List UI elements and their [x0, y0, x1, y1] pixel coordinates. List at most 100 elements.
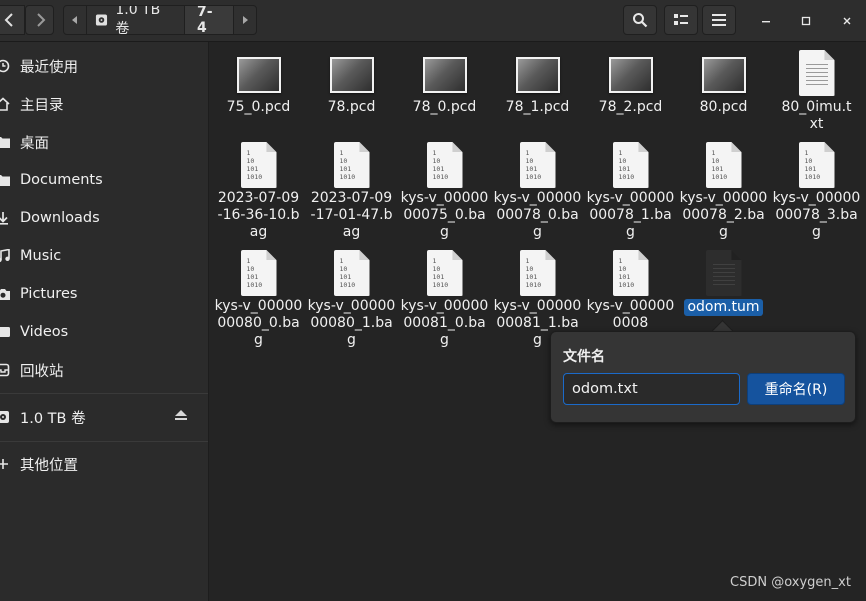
path-bar: 1.0 TB 卷 7-4	[63, 5, 257, 35]
file-name: kys-v_0000000075_0.bag	[400, 190, 489, 240]
sidebar-item-downloads[interactable]: Downloads	[0, 201, 208, 235]
forward-button[interactable]	[25, 5, 54, 35]
file-item[interactable]: 80_0imu.txt	[770, 48, 863, 138]
sidebar-item-documents[interactable]: Documents	[0, 163, 208, 197]
file-name: kys-v_0000000078_3.bag	[772, 190, 861, 240]
eject-icon[interactable]	[174, 409, 188, 425]
file-item[interactable]: 1 10 101 1010 kys-v_0000000078_3.bag	[770, 140, 863, 242]
text-file-icon	[798, 50, 835, 96]
search-button[interactable]	[623, 5, 657, 35]
sidebar-item-home[interactable]: 主目录	[0, 87, 208, 121]
download-icon	[0, 211, 10, 225]
binary-glyph: 1 10 101 1010	[246, 149, 263, 181]
breadcrumb-current[interactable]: 7-4	[184, 6, 233, 34]
text-file-icon	[705, 250, 742, 296]
sidebar-item-label: Music	[20, 248, 62, 264]
drive-icon	[96, 14, 108, 26]
binary-file-icon: 1 10 101 1010	[612, 142, 649, 188]
file-name: 75_0.pcd	[226, 99, 291, 115]
file-item[interactable]: 1 10 101 1010 kys-v_0000000075_0.bag	[398, 140, 491, 242]
binary-file-icon: 1 10 101 1010	[705, 142, 742, 188]
breadcrumb-current-label: 7-4	[197, 5, 213, 35]
menu-button[interactable]	[702, 5, 736, 35]
sidebar-item-other-locations[interactable]: 其他位置	[0, 447, 208, 481]
rename-button[interactable]: 重命名(R)	[747, 373, 845, 405]
file-item[interactable]: 1 10 101 1010 kys-v_0000000078_0.bag	[491, 140, 584, 242]
binary-file-icon: 1 10 101 1010	[519, 250, 556, 296]
sidebar: 最近使用 主目录 桌面 Documents Downloads Music Pi…	[0, 42, 209, 601]
video-icon	[0, 325, 10, 339]
sidebar-item-volume[interactable]: 1.0 TB 卷	[0, 400, 208, 434]
chevron-left-icon	[4, 13, 13, 27]
sidebar-item-desktop[interactable]: 桌面	[0, 125, 208, 159]
minimize-button[interactable]	[755, 10, 777, 32]
file-name: 78_2.pcd	[598, 99, 663, 115]
file-item[interactable]: 1 10 101 1010 kys-v_0000000078_1.bag	[584, 140, 677, 242]
sidebar-item-label: 最近使用	[20, 59, 78, 76]
file-item-selected[interactable]: odom.tum	[677, 248, 770, 328]
file-name: kys-v_0000000080_0.bag	[214, 298, 303, 348]
binary-file-icon: 1 10 101 1010	[426, 142, 463, 188]
file-name: 78_0.pcd	[412, 99, 477, 115]
chevron-right-icon	[36, 13, 45, 27]
file-name: 2023-07-09-17-01-47.bag	[310, 190, 393, 240]
file-item[interactable]: 78_2.pcd	[584, 53, 677, 123]
triangle-left-icon	[72, 16, 78, 24]
binary-file-icon: 1 10 101 1010	[426, 250, 463, 296]
file-name: kys-v_0000000078_2.bag	[679, 190, 768, 240]
file-item[interactable]: 1 10 101 1010 kys-v_0000000080_1.bag	[305, 248, 398, 350]
file-item[interactable]: 80.pcd	[677, 53, 770, 123]
drive-icon	[0, 410, 10, 424]
file-item[interactable]: 78.pcd	[305, 53, 398, 123]
sidebar-item-label: 回收站	[20, 363, 64, 380]
file-name: 78.pcd	[327, 99, 376, 115]
path-scroll-left-button[interactable]	[64, 6, 86, 34]
folder-icon	[0, 173, 10, 187]
binary-file-icon: 1 10 101 1010	[240, 250, 277, 296]
file-name: kys-v_0000000081_0.bag	[400, 298, 489, 348]
point-cloud-file-icon	[608, 57, 653, 93]
file-item[interactable]: 78_1.pcd	[491, 53, 584, 123]
file-name: 2023-07-09-16-36-10.bag	[217, 190, 300, 240]
hamburger-icon	[712, 14, 726, 26]
file-item[interactable]: 1 10 101 1010 2023-07-09-16-36-10.bag	[212, 140, 305, 242]
sidebar-item-label: Downloads	[20, 210, 100, 226]
file-grid: 75_0.pcd 78.pcd 78_0.pcd 78_1.pcd 78_2.p…	[210, 43, 866, 601]
header-bar: 1.0 TB 卷 7-4	[0, 0, 866, 42]
file-item[interactable]: 1 10 101 1010 kys-v_0000000078_2.bag	[677, 140, 770, 242]
path-scroll-right-button[interactable]	[232, 6, 256, 34]
maximize-button[interactable]	[795, 10, 817, 32]
back-button[interactable]	[0, 5, 25, 35]
close-button[interactable]	[836, 10, 858, 32]
point-cloud-file-icon	[515, 57, 560, 93]
breadcrumb-volume[interactable]: 1.0 TB 卷	[86, 6, 184, 34]
sidebar-item-trash[interactable]: 回收站	[0, 353, 208, 387]
sidebar-item-music[interactable]: Music	[0, 239, 208, 273]
file-item[interactable]: 75_0.pcd	[212, 53, 305, 123]
sidebar-item-recent[interactable]: 最近使用	[0, 49, 208, 83]
point-cloud-file-icon	[329, 57, 374, 93]
search-icon	[633, 13, 648, 28]
rename-input[interactable]	[563, 373, 740, 405]
sidebar-item-label: Videos	[20, 324, 69, 340]
file-item[interactable]: 1 10 101 1010 2023-07-09-17-01-47.bag	[305, 140, 398, 242]
sidebar-item-videos[interactable]: Videos	[0, 315, 208, 349]
view-toggle-button[interactable]	[664, 5, 698, 35]
binary-file-icon: 1 10 101 1010	[798, 142, 835, 188]
point-cloud-file-icon	[236, 57, 281, 93]
sidebar-divider	[0, 393, 208, 394]
file-item[interactable]: 78_0.pcd	[398, 53, 491, 123]
sidebar-item-pictures[interactable]: Pictures	[0, 277, 208, 311]
maximize-icon	[801, 16, 811, 26]
file-name: 80_0imu.txt	[781, 99, 852, 132]
file-item[interactable]: 1 10 101 1010 kys-v_0000000080_0.bag	[212, 248, 305, 350]
binary-file-icon: 1 10 101 1010	[519, 142, 556, 188]
camera-icon	[0, 287, 10, 301]
sidebar-item-label: Documents	[20, 172, 103, 188]
watermark: CSDN @oxygen_xt	[730, 575, 851, 590]
close-icon	[843, 17, 851, 25]
sidebar-item-label: Pictures	[20, 286, 78, 302]
sidebar-item-label: 1.0 TB 卷	[20, 410, 86, 427]
file-item[interactable]: 1 10 101 1010 kys-v_0000000081_0.bag	[398, 248, 491, 350]
rename-popover: 文件名 重命名(R)	[550, 331, 856, 423]
